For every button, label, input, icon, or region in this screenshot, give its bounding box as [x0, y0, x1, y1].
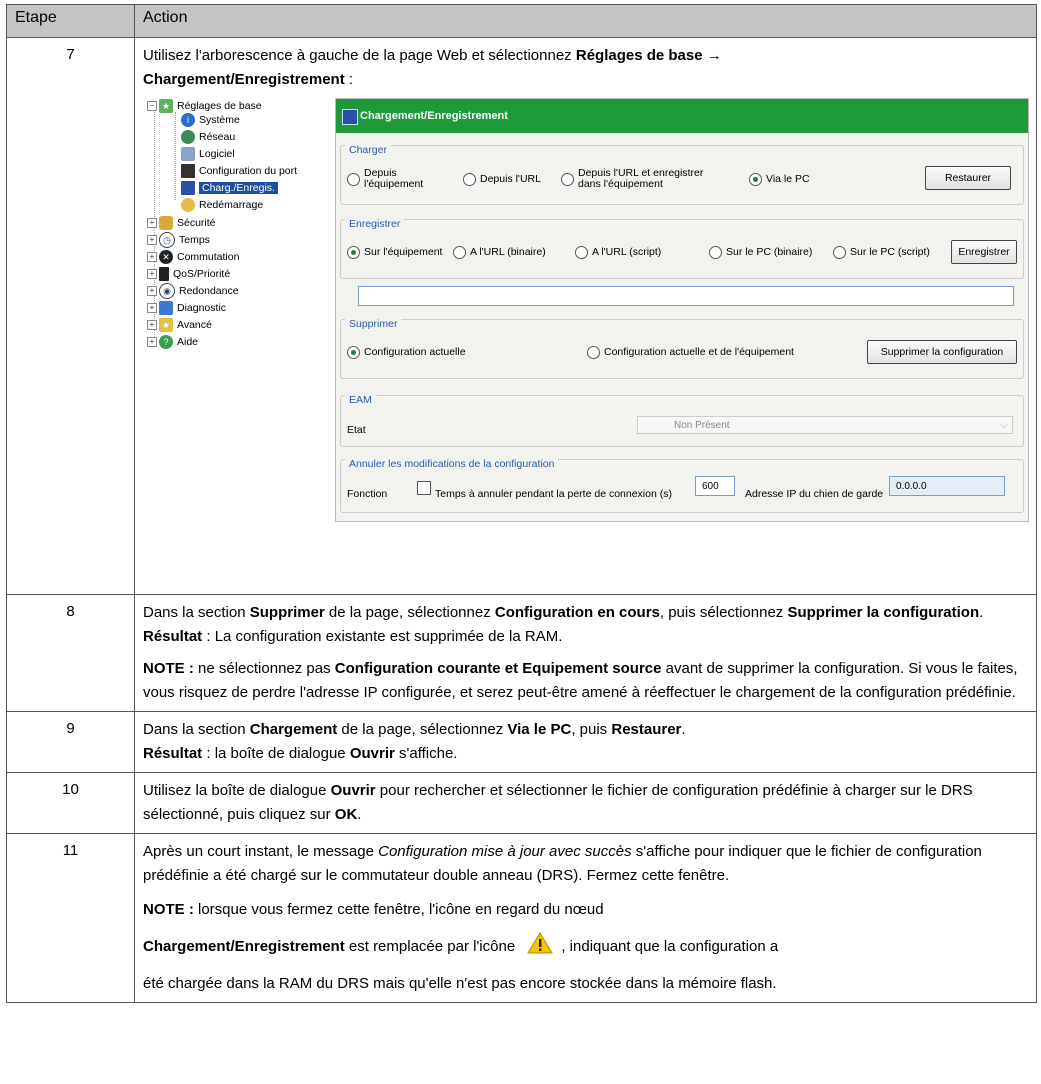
- ip-input[interactable]: 0.0.0.0: [889, 476, 1005, 496]
- radio-configuration-equipement[interactable]: Configuration actuelle et de l'équipemen…: [587, 346, 794, 359]
- url-input[interactable]: [358, 286, 1014, 306]
- tree-node-aide[interactable]: +? Aide: [147, 334, 198, 350]
- eam-etat-label: Etat: [347, 424, 366, 436]
- legend-supprimer: Supprimer: [345, 312, 402, 336]
- port-icon: [181, 164, 195, 179]
- lock-icon: [159, 216, 173, 231]
- step-number: 11: [6, 833, 135, 1003]
- supprimer-configuration-button[interactable]: Supprimer la configuration: [867, 340, 1017, 364]
- legend-charger: Charger: [345, 138, 391, 162]
- step-number: 7: [6, 37, 135, 595]
- tree-item-charg-enregis[interactable]: Charg./Enregis.: [181, 180, 278, 196]
- section-eam: EAM Etat Non Présent ⌵: [340, 388, 1024, 447]
- legend-eam: EAM: [345, 388, 376, 412]
- radio-depuis-url-enregistrer[interactable]: Depuis l'URL et enregistrer dans l'équip…: [561, 168, 703, 190]
- expand-icon[interactable]: +: [147, 269, 157, 280]
- star-icon: ★: [159, 99, 173, 114]
- collapse-icon[interactable]: −: [147, 101, 157, 112]
- radio-depuis-url[interactable]: Depuis l'URL: [463, 173, 541, 186]
- expand-icon[interactable]: +: [147, 337, 157, 348]
- ip-label: Adresse IP du chien de garde: [745, 488, 884, 500]
- tree-item-logiciel[interactable]: Logiciel: [181, 146, 235, 162]
- step-text: Utilisez l'arborescence à gauche de la p…: [143, 47, 722, 88]
- section-annuler: Annuler les modifications de la configur…: [340, 452, 1024, 513]
- step-action: Dans la section Chargement de la page, s…: [134, 711, 1037, 773]
- restaurer-button[interactable]: Restaurer: [925, 166, 1011, 190]
- expand-icon[interactable]: +: [147, 252, 157, 263]
- qos-icon: [159, 267, 169, 282]
- chevron-down-icon: ⌵: [1000, 420, 1008, 431]
- radio-sur-equipement[interactable]: Sur l'équipement: [347, 246, 442, 259]
- eam-select[interactable]: Non Présent ⌵: [637, 416, 1013, 434]
- save-disk-icon: [181, 181, 195, 196]
- header-action: Action: [134, 4, 1037, 38]
- software-icon: [181, 147, 195, 162]
- step-action: Utilisez la boîte de dialogue Ouvrir pou…: [134, 772, 1037, 834]
- table-row: 10 Utilisez la boîte de dialogue Ouvrir …: [6, 772, 1037, 834]
- radio-pc-script[interactable]: Sur le PC (script): [833, 246, 930, 259]
- expand-icon[interactable]: +: [147, 286, 157, 297]
- legend-enregistrer: Enregistrer: [345, 212, 405, 236]
- panel-title-bar: Chargement/Enregistrement: [336, 99, 1028, 133]
- section-enregistrer: Enregistrer Sur l'équipement A l'URL (bi…: [340, 212, 1024, 279]
- tree-node-avance[interactable]: + ★ Avancé: [147, 317, 212, 333]
- radio-pc-binaire[interactable]: Sur le PC (binaire): [709, 246, 812, 259]
- table-row: 8 Dans la section Supprimer de la page, …: [6, 594, 1037, 712]
- steps-table: Etape Action 7 Utilisez l'arborescence à…: [6, 4, 1037, 1003]
- expand-icon[interactable]: +: [147, 218, 157, 229]
- tree-node-qos[interactable]: + QoS/Priorité: [147, 266, 230, 282]
- page: Etape Action 7 Utilisez l'arborescence à…: [0, 0, 1041, 1084]
- screenshot: − ★ Réglages de base i Système Réseau Logic…: [143, 98, 1041, 523]
- table-row: 7 Utilisez l'arborescence à gauche de la…: [6, 37, 1037, 595]
- table-row: 11 Après un court instant, le message Co…: [6, 833, 1037, 1003]
- tree-node-commutation[interactable]: + ✕ Commutation: [147, 249, 239, 265]
- clock-icon: ◷: [159, 232, 175, 249]
- expand-icon[interactable]: +: [147, 303, 157, 314]
- config-panel: Chargement/Enregistrement Charger Depuis…: [335, 98, 1029, 522]
- legend-annuler: Annuler les modifications de la configur…: [345, 452, 559, 476]
- step-number: 10: [6, 772, 135, 834]
- section-charger: Charger Depuis l'équipement Depuis l'URL…: [340, 138, 1024, 205]
- radio-depuis-equipement[interactable]: Depuis l'équipement: [347, 168, 423, 190]
- tree-item-reseau[interactable]: Réseau: [181, 129, 235, 145]
- header-step: Etape: [6, 4, 135, 38]
- section-supprimer: Supprimer Configuration actuelle Configu…: [340, 312, 1024, 379]
- step-number: 9: [6, 711, 135, 773]
- tree-item-port[interactable]: Configuration du port: [181, 163, 297, 179]
- tree-node-diagnostic[interactable]: + Diagnostic: [147, 300, 226, 316]
- step-action: Dans la section Supprimer de la page, sé…: [134, 594, 1037, 712]
- fonction-label: Fonction: [347, 488, 388, 500]
- help-icon: ?: [159, 335, 173, 350]
- info-icon: i: [181, 113, 195, 128]
- tree-item-redemarrage[interactable]: Redémarrage: [181, 197, 263, 213]
- table-header-row: Etape Action: [6, 4, 1037, 38]
- restart-icon: [181, 198, 195, 213]
- tree-node-temps[interactable]: + ◷ Temps: [147, 232, 210, 249]
- timeout-input[interactable]: 600: [695, 476, 735, 496]
- expand-icon[interactable]: +: [147, 235, 157, 246]
- globe-icon: [181, 130, 195, 145]
- annuler-checkbox-label: Temps à annuler pendant la perte de conn…: [435, 488, 672, 500]
- tree-item-systeme[interactable]: i Système: [181, 112, 240, 128]
- redundancy-icon: ◉: [159, 283, 175, 300]
- star-icon: ★: [159, 318, 173, 333]
- expand-icon[interactable]: +: [147, 320, 157, 331]
- step-action: Après un court instant, le message Confi…: [134, 833, 1037, 1003]
- tree-node-securite[interactable]: + Sécurité: [147, 215, 216, 231]
- warning-icon: [527, 932, 554, 962]
- annuler-checkbox[interactable]: [417, 481, 431, 495]
- radio-via-pc[interactable]: Via le PC: [749, 173, 810, 186]
- switch-icon: ✕: [159, 250, 173, 265]
- table-row: 9 Dans la section Chargement de la page,…: [6, 711, 1037, 773]
- diagnostic-icon: [159, 301, 173, 316]
- radio-configuration-actuelle[interactable]: Configuration actuelle: [347, 346, 466, 359]
- enregistrer-button[interactable]: Enregistrer: [951, 240, 1017, 264]
- tree-node-redondance[interactable]: + ◉ Redondance: [147, 283, 239, 300]
- step-action: Utilisez l'arborescence à gauche de la p…: [134, 37, 1037, 595]
- radio-url-script[interactable]: A l'URL (script): [575, 246, 661, 259]
- radio-url-binaire[interactable]: A l'URL (binaire): [453, 246, 546, 259]
- save-disk-icon: [342, 109, 358, 125]
- step-number: 8: [6, 594, 135, 712]
